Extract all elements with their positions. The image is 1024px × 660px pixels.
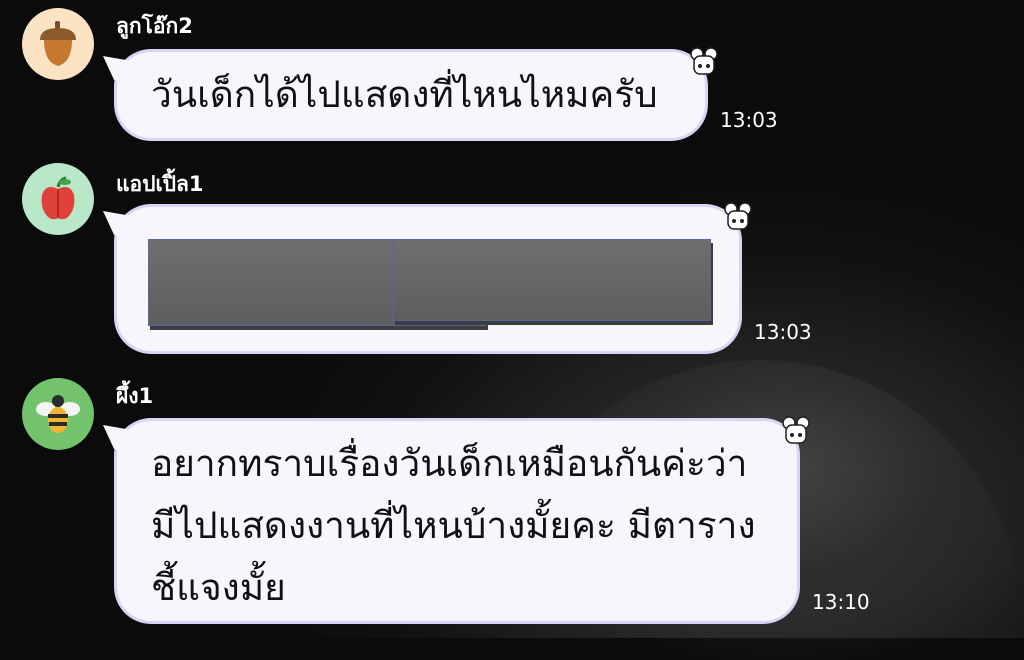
mouse-sticker-icon [724, 202, 752, 230]
avatar[interactable] [22, 378, 94, 450]
redaction-block [393, 239, 711, 321]
message-text-line: อยากทราบเรื่องวันเด็กเหมือนกันค่ะว่า [151, 442, 748, 485]
message-text-line: ชี้แจงมั้ย [151, 566, 286, 609]
message-text: วันเด็กได้ไปแสดงที่ไหนไหมครับ [151, 73, 658, 116]
apple-icon [41, 176, 75, 220]
avatar[interactable] [22, 8, 94, 80]
mouse-sticker-icon [690, 47, 718, 75]
bee-icon [36, 395, 80, 433]
message-bubble[interactable]: · ั ··· ั ···· ั ········ ··· ่ ···· ั [117, 202, 752, 351]
message-text-line: มีไปแสดงงานที่ไหนบ้างมั้ยคะ มีตาราง [151, 504, 756, 547]
message-time: 13:10 [812, 590, 870, 614]
redacted-content: · ั ··· ั ···· ั ········ ··· ่ ···· ั [147, 237, 713, 337]
message-bubble[interactable]: อยากทราบเรื่องวันเด็กเหมือนกันค่ะว่า มีไ… [117, 416, 810, 621]
acorn-icon [40, 21, 76, 66]
sender-name: ลูกโอ๊ก2 [116, 14, 193, 38]
sender-name: ผึ้ง1 [116, 384, 154, 408]
avatar[interactable] [22, 163, 94, 235]
message-time: 13:03 [720, 108, 778, 132]
mouse-sticker-icon [782, 416, 810, 444]
message-bubble[interactable]: วันเด็กได้ไปแสดงที่ไหนไหมครับ [117, 47, 718, 138]
message-time: 13:03 [754, 320, 812, 344]
sender-name: แอปเปิ้ล1 [116, 172, 204, 196]
